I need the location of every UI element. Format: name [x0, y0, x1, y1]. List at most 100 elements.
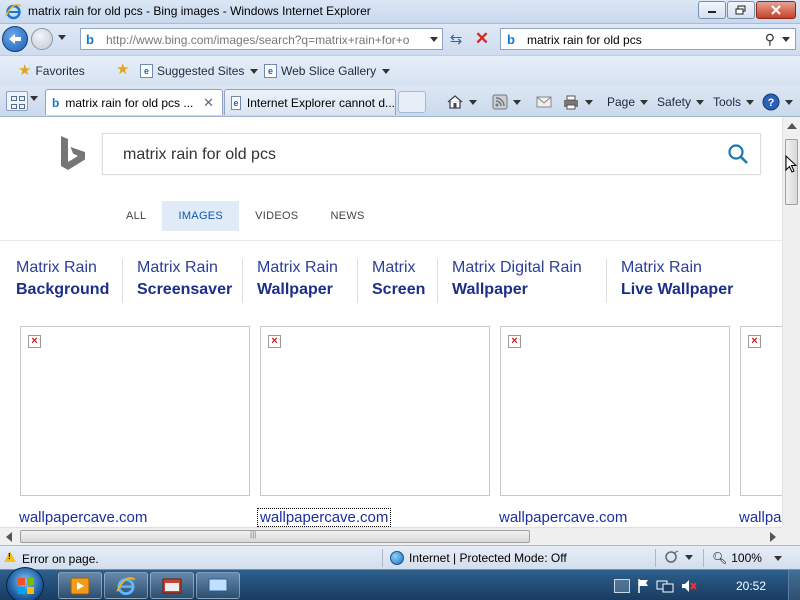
divider: [122, 259, 123, 303]
change-status-bar-settings[interactable]: [664, 550, 693, 564]
related-search-item[interactable]: Matrix Rain Screensaver: [137, 257, 232, 301]
address-url[interactable]: http://www.bing.com/images/search?q=matr…: [106, 33, 411, 47]
tools-menu-label: Tools: [713, 95, 742, 109]
bing-logo-icon[interactable]: [58, 135, 88, 173]
tab-list-dropdown[interactable]: [30, 96, 38, 101]
related-line1: Matrix Digital Rain: [452, 259, 582, 276]
add-favorite-icon: ★: [116, 61, 130, 78]
status-message[interactable]: Error on page.: [22, 552, 99, 566]
network-icon[interactable]: [656, 578, 674, 594]
tab-label: matrix rain for old pcs ...: [65, 95, 194, 110]
chevron-down-icon: [640, 99, 649, 105]
related-search-item[interactable]: Matrix Screen: [372, 257, 425, 301]
close-button[interactable]: [756, 1, 796, 19]
chevron-down-icon: [382, 68, 391, 74]
scope-videos[interactable]: VIDEOS: [239, 201, 314, 231]
favorites-button[interactable]: ★ Favorites: [18, 63, 85, 78]
print-button[interactable]: [562, 91, 593, 113]
system-tray: [614, 570, 698, 600]
application-window-icon: [162, 578, 182, 593]
result-source-link[interactable]: wallpapercave.com: [499, 509, 627, 526]
horizontal-scroll-thumb[interactable]: [20, 530, 530, 543]
related-line2: Background: [16, 281, 110, 298]
search-icon[interactable]: [726, 142, 750, 166]
related-search-item[interactable]: Matrix Rain Background: [16, 257, 109, 301]
action-center-flag-icon[interactable]: [636, 578, 650, 594]
related-search-item[interactable]: Matrix Rain Live Wallpaper: [621, 257, 733, 301]
forward-button[interactable]: [31, 28, 53, 50]
suggested-sites-label: Suggested Sites: [157, 64, 245, 78]
feeds-button[interactable]: [492, 91, 521, 113]
related-search-item[interactable]: Matrix Rain Wallpaper: [257, 257, 338, 301]
web-page-icon: e: [264, 64, 277, 78]
pop-up-blocker-icon: [665, 550, 679, 563]
safety-menu-button[interactable]: Safety: [657, 91, 705, 113]
show-desktop-button[interactable]: [788, 570, 800, 600]
taskbar-app[interactable]: [150, 572, 194, 599]
scroll-left-icon[interactable]: [6, 532, 12, 542]
result-source-link[interactable]: wallpa: [739, 509, 782, 526]
tab-ie-cannot-display[interactable]: e Internet Explorer cannot d...: [224, 89, 396, 115]
address-dropdown[interactable]: [430, 37, 438, 42]
read-mail-button[interactable]: [536, 91, 552, 113]
scope-images[interactable]: IMAGES: [162, 201, 240, 231]
bing-search-box[interactable]: matrix rain for old pcs: [102, 133, 761, 175]
printer-icon: [564, 95, 578, 110]
image-result-card[interactable]: ×: [20, 326, 250, 496]
chevron-down-icon: [250, 68, 259, 74]
image-result-card[interactable]: ×: [260, 326, 490, 496]
suggested-sites-link[interactable]: e Suggested Sites: [140, 64, 259, 78]
recent-pages-dropdown[interactable]: [58, 35, 66, 40]
keyboard-language-icon[interactable]: [614, 578, 630, 593]
add-to-favorites-bar-button[interactable]: ★: [116, 61, 130, 78]
tab-bing-images[interactable]: b matrix rain for old pcs ... ✕: [45, 89, 223, 115]
related-line2: Screensaver: [137, 281, 233, 298]
result-source-link[interactable]: wallpapercave.com: [19, 509, 147, 526]
search-input[interactable]: matrix rain for old pcs: [527, 33, 642, 47]
divider: [655, 549, 656, 567]
refresh-button[interactable]: ⇆: [446, 30, 466, 48]
address-bar[interactable]: b http://www.bing.com/images/search?q=ma…: [80, 28, 443, 50]
image-result-card[interactable]: ×: [500, 326, 730, 496]
image-result-card[interactable]: ×: [740, 326, 782, 496]
divider: [242, 259, 243, 303]
related-line2: Wallpaper: [257, 281, 333, 298]
related-search-item[interactable]: Matrix Digital Rain Wallpaper: [452, 257, 582, 301]
close-tab-icon[interactable]: ✕: [203, 95, 214, 111]
scope-news[interactable]: NEWS: [314, 201, 380, 231]
search-box[interactable]: b matrix rain for old pcs ⚲: [500, 28, 796, 50]
taskbar-clock[interactable]: 20:52: [736, 579, 766, 593]
taskbar-media-player[interactable]: [58, 572, 102, 599]
scroll-up-icon[interactable]: [787, 123, 797, 129]
taskbar-remote-desktop[interactable]: [196, 572, 240, 599]
scroll-right-icon[interactable]: [770, 532, 776, 542]
horizontal-scrollbar[interactable]: |||: [0, 527, 782, 545]
tools-menu-button[interactable]: Tools: [713, 91, 755, 113]
restore-button[interactable]: [727, 1, 755, 19]
web-slice-gallery-link[interactable]: e Web Slice Gallery: [264, 64, 391, 78]
taskbar-internet-explorer[interactable]: [104, 572, 148, 599]
scope-all[interactable]: ALL: [110, 201, 162, 231]
back-button[interactable]: [2, 26, 28, 52]
search-icon[interactable]: ⚲: [765, 31, 775, 48]
minimize-button[interactable]: [698, 1, 726, 19]
page-menu-button[interactable]: Page: [607, 91, 649, 113]
vertical-scrollbar[interactable]: [782, 117, 800, 527]
search-options-dropdown[interactable]: [782, 37, 790, 42]
volume-muted-icon[interactable]: [680, 578, 698, 594]
new-tab-button[interactable]: [398, 91, 426, 113]
stop-button[interactable]: ✕: [472, 29, 492, 48]
bing-search-input[interactable]: matrix rain for old pcs: [123, 146, 276, 164]
safety-menu-label: Safety: [657, 95, 692, 109]
chevron-down-icon: [746, 99, 755, 105]
result-source-link[interactable]: wallpapercave.com: [256, 508, 392, 527]
quick-tabs-button[interactable]: [6, 91, 28, 111]
page-content: matrix rain for old pcs ALL IMAGES VIDEO…: [0, 117, 782, 527]
divider: [357, 259, 358, 303]
zoom-control[interactable]: 🔍︎ 100%: [712, 551, 782, 565]
start-button[interactable]: [6, 567, 44, 600]
home-button[interactable]: [446, 91, 477, 113]
help-button[interactable]: ?: [762, 91, 793, 113]
bing-favicon: b: [52, 95, 60, 110]
security-zone[interactable]: Internet | Protected Mode: Off: [390, 551, 567, 565]
